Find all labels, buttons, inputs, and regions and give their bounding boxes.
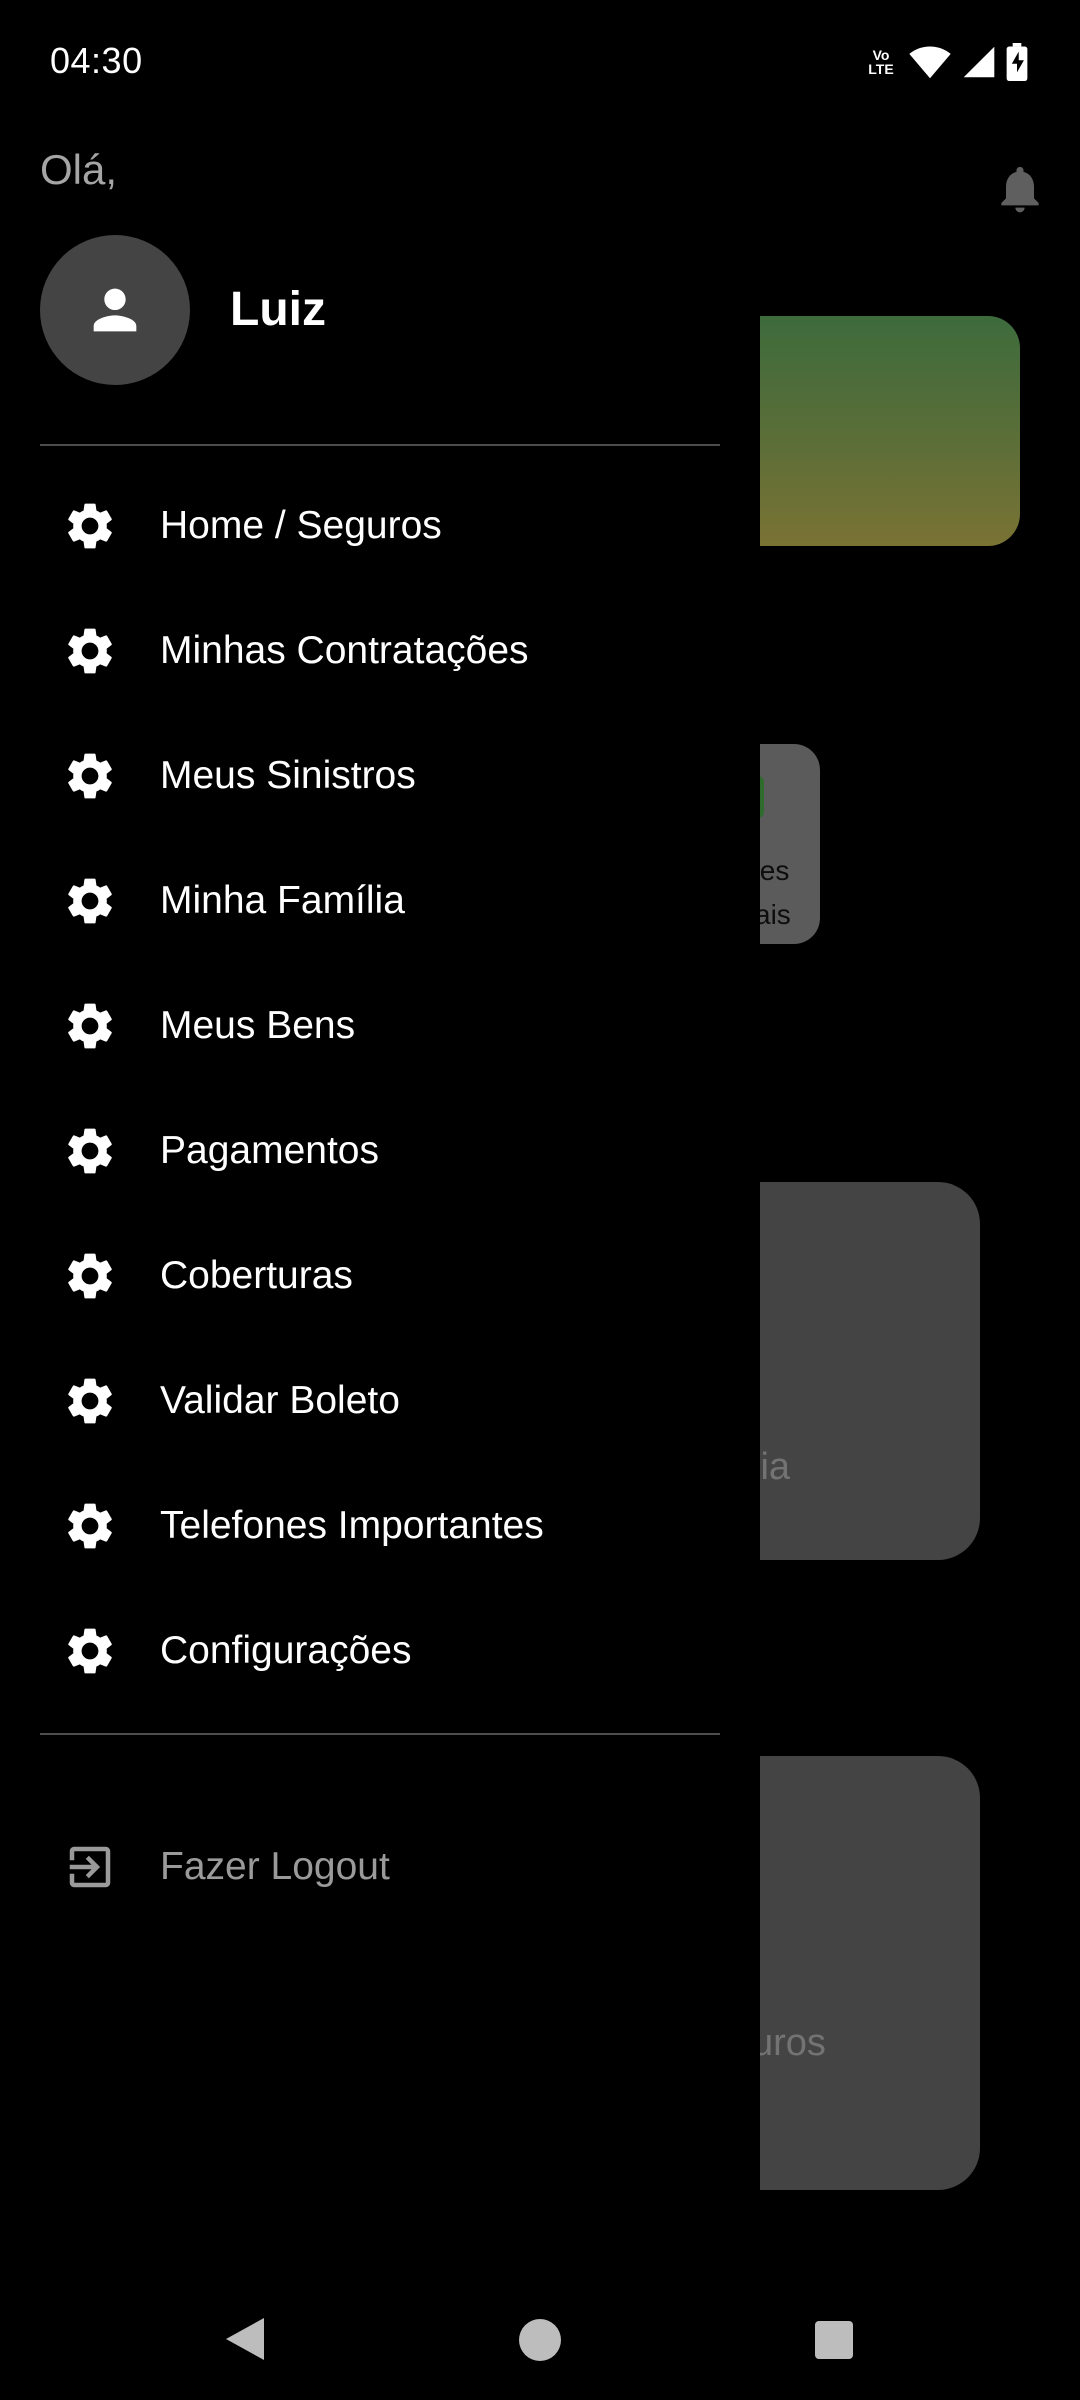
user-name: Luiz (230, 283, 326, 336)
menu-item-label: Validar Boleto (160, 1379, 400, 1422)
menu-item-telefones-importantes[interactable]: Telefones Importantes (0, 1471, 760, 1581)
menu-item-minha-familia[interactable]: Minha Família (0, 846, 760, 956)
menu-item-label: Minhas Contratações (160, 629, 529, 672)
shortcut-card-text-line2: ais (755, 899, 791, 930)
menu-item-validar-boleto[interactable]: Validar Boleto (0, 1346, 760, 1456)
signal-icon (963, 46, 995, 78)
gear-icon (60, 871, 120, 931)
battery-charging-icon (1006, 43, 1028, 81)
gear-icon (60, 746, 120, 806)
gear-icon (60, 996, 120, 1056)
back-icon[interactable] (224, 2316, 266, 2367)
menu-item-coberturas[interactable]: Coberturas (0, 1221, 760, 1331)
menu-item-home-seguros[interactable]: Home / Seguros (0, 471, 760, 581)
insurance-card-label: uros (752, 2022, 826, 2064)
volte-top-text: Vo (872, 47, 890, 63)
menu-item-label: Coberturas (160, 1254, 353, 1297)
menu-item-label: Meus Sinistros (160, 754, 416, 797)
menu-item-label: Configurações (160, 1629, 412, 1672)
menu-divider (40, 1733, 720, 1735)
gear-icon (60, 621, 120, 681)
menu-item-label: Telefones Importantes (160, 1504, 544, 1547)
menu-item-meus-bens[interactable]: Meus Bens (0, 971, 760, 1081)
greeting-text: Olá, (40, 146, 118, 193)
menu-item-label: Home / Seguros (160, 504, 442, 547)
header-divider (40, 444, 720, 446)
home-icon[interactable] (518, 2318, 562, 2367)
gear-icon (60, 1621, 120, 1681)
logout-button[interactable]: Fazer Logout (0, 1812, 760, 1922)
app-screen: tes ais lia uros Olá, Luiz Home / Seguro… (0, 0, 1080, 2400)
volte-bottom-text: LTE (868, 61, 894, 77)
wifi-icon (909, 46, 951, 79)
avatar[interactable] (40, 235, 190, 385)
menu-item-pagamentos[interactable]: Pagamentos (0, 1096, 760, 1206)
navigation-drawer: Olá, Luiz Home / Seguros Minhas Contrataç… (0, 0, 760, 2280)
gear-icon (60, 1371, 120, 1431)
status-icons: Vo LTE (864, 40, 1028, 84)
menu-item-configuracoes[interactable]: Configurações (0, 1596, 760, 1706)
bell-icon[interactable] (992, 158, 1048, 220)
menu-item-label: Meus Bens (160, 1004, 356, 1047)
status-time: 04:30 (50, 40, 143, 81)
menu-item-label: Pagamentos (160, 1129, 379, 1172)
menu-item-label: Minha Família (160, 879, 405, 922)
menu-item-meus-sinistros[interactable]: Meus Sinistros (0, 721, 760, 831)
person-icon (93, 288, 137, 332)
volte-icon: Vo LTE (864, 48, 898, 76)
gear-icon (60, 1121, 120, 1181)
logout-label: Fazer Logout (160, 1845, 390, 1888)
gear-icon (60, 496, 120, 556)
recents-icon[interactable] (814, 2320, 854, 2365)
menu-item-minhas-contratacoes[interactable]: Minhas Contratações (0, 596, 760, 706)
gear-icon (60, 1246, 120, 1306)
logout-icon (60, 1837, 120, 1897)
gear-icon (60, 1496, 120, 1556)
